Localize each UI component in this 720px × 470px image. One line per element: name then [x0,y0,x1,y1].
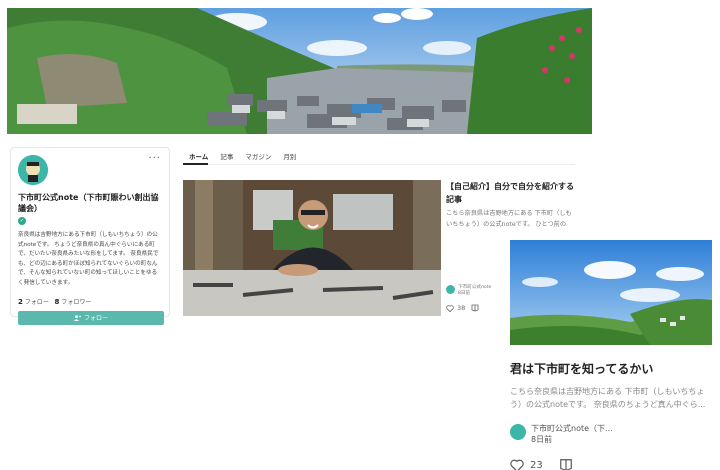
card-like-button[interactable]: 23 [510,459,543,470]
verified-icon: ✓ [18,217,26,225]
tab-articles[interactable]: 記事 [220,147,242,165]
tab-monthly[interactable]: 月別 [283,147,305,165]
profile-card: ··· 下市町公式note（下市町賑わい創出協議会） ✓ 奈良県は吉野地方にある… [10,147,170,325]
magazine-add-icon [559,459,572,470]
card-author[interactable]: 下市町公式note（下... [531,423,613,434]
card-add-to-magazine-button[interactable] [559,458,573,470]
heart-icon [510,459,524,470]
tab-home[interactable]: ホーム [183,147,209,165]
featured-article-excerpt: こちら奈良県は吉野地方にある 下市町（しもいちちょう）の公式noteです。 ひと… [446,210,572,228]
card-like-count: 23 [530,459,543,470]
followers-count[interactable]: 8 [55,298,60,306]
more-icon[interactable]: ··· [148,153,161,164]
follow-button[interactable]: フォロー [18,310,164,325]
author-avatar[interactable] [446,285,455,294]
featured-article-title[interactable]: 【自己紹介】自分で自分を紹介する記事 [446,180,576,206]
article-card-actions: 23 [510,458,712,470]
featured-article-meta: 下市町公式note 8日前 [446,285,491,297]
article-card-image[interactable] [510,240,712,345]
header-image [7,8,592,134]
tab-magazines[interactable]: マガジン [245,147,280,165]
featured-date: 8日前 [458,291,471,296]
featured-article-actions: 38 [446,304,479,312]
follow-button-label: フォロー [83,315,108,323]
like-button[interactable]: 38 [446,304,465,312]
like-count: 38 [457,304,466,312]
card-author-avatar[interactable] [510,424,526,440]
content-tabs: ホーム 記事 マガジン 月別 [183,147,575,165]
article-card-excerpt: こちら奈良県は吉野地方にある 下市町（しもいちちょう）の公式noteです。 奈良… [510,387,706,409]
card-date: 8日前 [531,435,553,444]
followers-label[interactable]: フォロワー [61,299,91,306]
creator-avatar[interactable] [18,155,48,185]
article-card-meta: 下市町公式note（下... 8日前 [510,423,712,445]
following-label[interactable]: フォロー [25,299,49,306]
article-card-title[interactable]: 君は下市町を知ってるかい [510,361,712,377]
heart-icon [446,304,454,312]
add-to-magazine-button[interactable] [471,304,479,312]
add-person-icon [73,314,81,321]
magazine-add-icon [471,304,479,312]
creator-name[interactable]: 下市町公式note（下市町賑わい創出協議会） [18,192,162,214]
featured-article-image[interactable] [183,180,441,316]
article-card[interactable]: 君は下市町を知ってるかい こちら奈良県は吉野地方にある 下市町（しもいちちょう）… [510,240,712,470]
creator-bio: 奈良県は吉野地方にある下市町（しもいちちょう）の公式noteです。 ちょうど奈良… [18,232,159,286]
follow-stats: 2 フォロー 8 フォロワー [18,297,162,306]
following-count[interactable]: 2 [18,298,23,306]
note-creator-page: ··· 下市町公式note（下市町賑わい創出協議会） ✓ 奈良県は吉野地方にある… [0,0,720,470]
